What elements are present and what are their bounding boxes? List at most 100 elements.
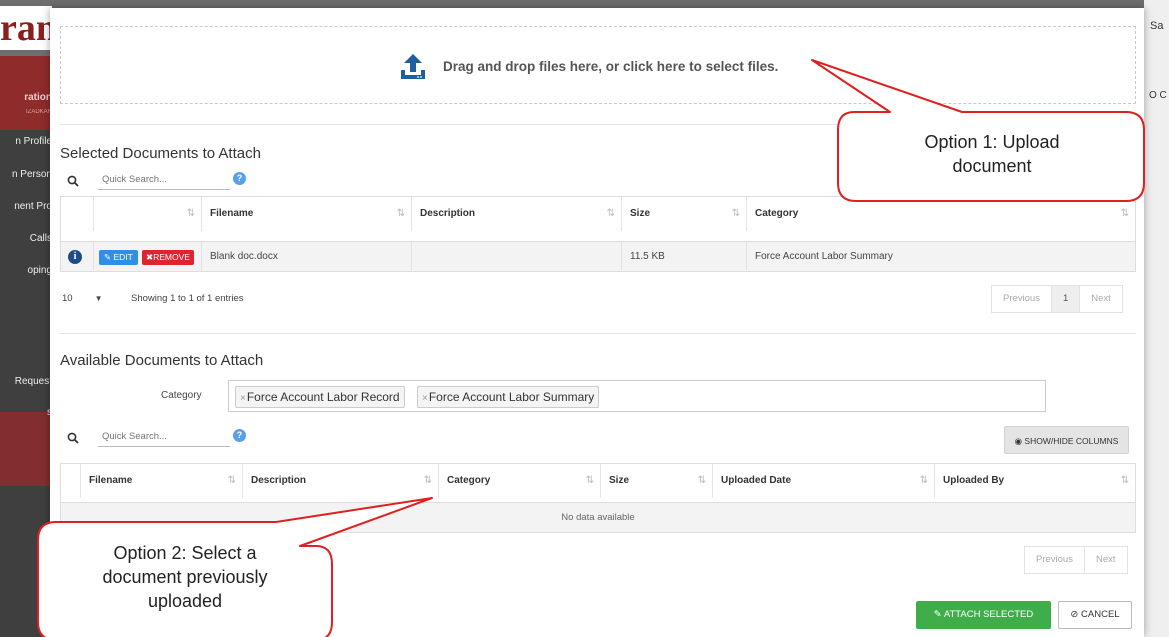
sidebar-item[interactable]: oping [0, 265, 52, 276]
empty-table-message: No data available [61, 502, 1135, 532]
available-documents-table: Filename ⇅ Description ⇅ Category ⇅ Size ⇅ U… [60, 463, 1136, 533]
sort-icon: ⇅ [1121, 197, 1129, 231]
caret-down-icon: ▼ [95, 294, 103, 303]
column-header-uploaded-by[interactable]: Uploaded By⇅ [935, 464, 1135, 498]
selected-pagination: Previous 1 Next [991, 285, 1123, 313]
eye-icon: ◉ [1015, 436, 1022, 446]
previous-button[interactable]: Previous [992, 286, 1052, 312]
column-header-size[interactable]: Size ⇅ [601, 464, 713, 498]
divider [60, 124, 1136, 125]
category-chip[interactable]: ×Force Account Labor Summary [417, 386, 599, 408]
callout-line: document [850, 154, 1134, 178]
column-header-filename[interactable]: Filename⇅ [202, 197, 412, 231]
previous-button[interactable]: Previous [1025, 547, 1085, 573]
column-label: Filename [89, 475, 132, 486]
remove-label: REMOVE [153, 252, 190, 262]
available-search-input[interactable] [98, 427, 230, 447]
help-icon[interactable]: ? [233, 172, 246, 185]
divider [60, 333, 1136, 334]
column-header-description[interactable]: Description ⇅ [243, 464, 439, 498]
paperclip-icon: ✎ [934, 609, 942, 620]
table-header-cell [61, 197, 94, 231]
column-label: Filename [210, 208, 253, 219]
sort-icon: ⇅ [228, 464, 236, 498]
attach-selected-button[interactable]: ✎ ATTACH SELECTED [916, 601, 1051, 629]
page-1-button[interactable]: 1 [1052, 286, 1080, 312]
sort-icon: ⇅ [586, 464, 594, 498]
table-row: i ✎ EDIT ✖REMOVE Blank doc.docx 11.5 KB … [61, 241, 1135, 271]
sort-icon: ⇅ [920, 464, 928, 498]
callout-line: uploaded [48, 589, 322, 613]
remove-chip-icon[interactable]: × [240, 393, 246, 404]
info-icon[interactable]: i [68, 250, 82, 264]
cell-description [412, 242, 622, 272]
column-label: Category [755, 208, 798, 219]
attach-label: ATTACH SELECTED [944, 609, 1033, 620]
column-header-description[interactable]: Description ⇅ [412, 197, 622, 231]
sidebar-item[interactable]: nent Pro [0, 201, 52, 212]
sidebar-item[interactable]: n Profile [0, 136, 52, 147]
column-header-category[interactable]: Category ⇅ [747, 197, 1135, 231]
app-logo: ran [0, 6, 52, 50]
column-header-filename[interactable]: Filename ⇅ [81, 464, 243, 498]
column-label: Size [609, 475, 629, 486]
chip-label: Force Account Labor Record [247, 390, 400, 404]
help-icon[interactable]: ? [233, 429, 246, 442]
dropzone-text: Drag and drop files here, or click here … [443, 59, 778, 74]
sidebar-item[interactable]: Request [0, 376, 52, 387]
table-header-cell [61, 464, 81, 498]
option1-callout-text: Option 1: Upload document [850, 130, 1134, 178]
sidebar-item[interactable]: n Person [0, 169, 52, 180]
row-info-cell: i [61, 242, 94, 272]
callout-line: document previously [48, 565, 322, 589]
background-fragment: O C [1149, 90, 1167, 101]
option2-callout-text: Option 2: Select a document previously u… [48, 541, 322, 613]
show-hide-columns-button[interactable]: ◉ SHOW/HIDE COLUMNS [1004, 426, 1129, 454]
column-header-category[interactable]: Category ⇅ [439, 464, 601, 498]
sidebar-item[interactable]: s [0, 407, 52, 418]
page-length-select[interactable]: 10▼ [62, 293, 103, 304]
user-menu[interactable]: Sa [1150, 20, 1163, 32]
column-label: Description [420, 208, 475, 219]
sort-icon: ⇅ [607, 197, 615, 231]
selected-search-input[interactable] [98, 170, 230, 190]
search-icon [67, 175, 79, 187]
column-header-size[interactable]: Size⇅ [622, 197, 747, 231]
sort-icon: ⇅ [187, 197, 195, 231]
column-label: Uploaded Date [721, 475, 791, 486]
callout-line: Option 2: Select a [48, 541, 322, 565]
sidebar-item[interactable]: Calls [0, 233, 52, 244]
available-pagination: Previous Next [1024, 546, 1128, 574]
sort-icon: ⇅ [698, 464, 706, 498]
remove-chip-icon[interactable]: × [422, 393, 428, 404]
upload-icon [397, 51, 429, 83]
selected-documents-table: ⇅ Filename⇅ Description ⇅ Size⇅ Category ⇅… [60, 196, 1136, 272]
next-button[interactable]: Next [1080, 286, 1122, 312]
cancel-label: CANCEL [1081, 609, 1120, 620]
file-dropzone[interactable]: Drag and drop files here, or click here … [60, 26, 1136, 104]
sidebar-item[interactable]: ration [0, 92, 52, 103]
selected-documents-title: Selected Documents to Attach [60, 145, 261, 162]
chip-label: Force Account Labor Summary [429, 390, 594, 404]
table-header-cell[interactable]: ⇅ [94, 197, 202, 231]
category-multiselect[interactable]: ×Force Account Labor Record ×Force Accou… [228, 380, 1046, 412]
edit-button[interactable]: ✎ EDIT [99, 250, 138, 265]
sidebar-highlight-block [0, 412, 52, 486]
ban-icon: ⊘ [1070, 609, 1078, 620]
available-documents-title: Available Documents to Attach [60, 352, 263, 369]
category-chip[interactable]: ×Force Account Labor Record [235, 386, 405, 408]
row-actions-cell: ✎ EDIT ✖REMOVE [94, 242, 202, 272]
sort-icon: ⇅ [1121, 464, 1129, 498]
cell-filename: Blank doc.docx [202, 242, 412, 272]
sort-icon: ⇅ [424, 464, 432, 498]
cancel-button[interactable]: ⊘ CANCEL [1058, 601, 1132, 629]
sidebar-item[interactable]: e [0, 559, 52, 570]
column-header-uploaded-date[interactable]: Uploaded Date ⇅ [713, 464, 935, 498]
callout-line: Option 1: Upload [850, 130, 1134, 154]
next-button[interactable]: Next [1085, 547, 1127, 573]
category-label: Category [161, 390, 202, 401]
column-label: Category [447, 475, 490, 486]
cell-size: 11.5 KB [622, 242, 747, 272]
column-label: Description [251, 475, 306, 486]
remove-button[interactable]: ✖REMOVE [142, 250, 194, 265]
